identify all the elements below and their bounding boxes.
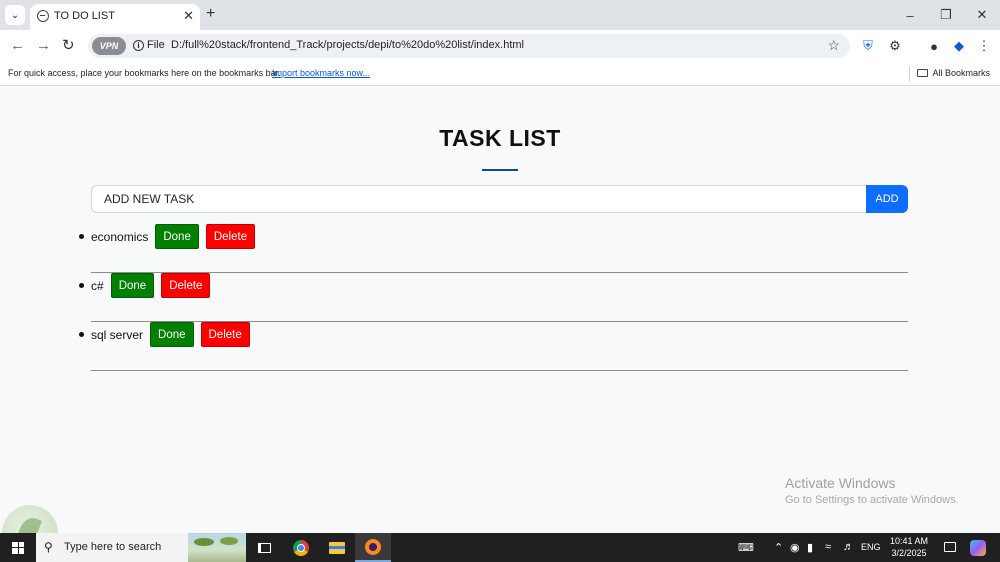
all-bookmarks-label: All Bookmarks	[932, 68, 990, 78]
clock[interactable]: 10:41 AM 3/2/2025	[886, 535, 932, 559]
task-name: sql server	[91, 327, 144, 342]
title-underline	[482, 169, 518, 171]
keyboard-icon[interactable]: ⌨	[738, 541, 754, 554]
tab-todo-list[interactable]: TO DO LIST ✕	[30, 4, 200, 30]
info-icon[interactable]: i	[133, 40, 144, 51]
notifications-icon[interactable]	[944, 542, 956, 552]
delete-button[interactable]: Delete	[200, 322, 250, 347]
puzzle-icon[interactable]: ⚙	[887, 38, 903, 54]
task-name: c#	[91, 278, 104, 293]
task-row: c# Done Delete	[91, 273, 211, 298]
list-bullet	[79, 332, 84, 337]
import-bookmarks-link[interactable]: Import bookmarks now...	[272, 68, 370, 78]
browser-icon	[365, 538, 381, 555]
task-view-button[interactable]	[246, 533, 282, 562]
window-controls: – ❐ ✕	[892, 0, 1000, 30]
speaker-icon[interactable]: ♬	[843, 541, 854, 553]
url-text[interactable]: D:/full%20stack/frontend_Track/projects/…	[171, 39, 524, 51]
meet-icon[interactable]: ◉	[790, 541, 800, 554]
minimize-icon: –	[906, 7, 914, 23]
tab-strip: ⌄ TO DO LIST ✕ + – ❐ ✕	[0, 0, 1000, 30]
battery-icon[interactable]: ▮	[807, 541, 813, 554]
task-name: economics	[91, 229, 149, 244]
task-item-sql-server: sql server Done Delete	[79, 322, 908, 371]
taskbar-chrome[interactable]	[283, 533, 319, 562]
close-window-button[interactable]: ✕	[964, 0, 1000, 30]
forward-button[interactable]: →	[36, 38, 51, 54]
chevron-down-icon: ⌄	[10, 9, 20, 21]
star-icon[interactable]: ☆	[827, 37, 840, 54]
tab-search-button[interactable]: ⌄	[5, 5, 25, 25]
folder-icon	[917, 69, 929, 77]
task-view-icon	[257, 542, 271, 553]
file-explorer-icon	[329, 541, 345, 554]
profile-icon[interactable]: ●	[926, 38, 942, 54]
reload-button[interactable]: ↻	[62, 38, 75, 54]
globe-icon	[37, 10, 49, 22]
add-task-form: ADD	[91, 185, 908, 213]
activate-windows-title: Activate Windows	[785, 475, 896, 491]
task-row: sql server Done Delete	[91, 322, 250, 347]
browser-toolbar: ← → ↻ VPN i File D:/full%20stack/fronten…	[0, 30, 1000, 62]
taskbar-search-placeholder: Type here to search	[64, 541, 162, 553]
restore-button[interactable]: ❐	[928, 0, 964, 30]
windows-logo-icon	[12, 541, 24, 554]
address-bar[interactable]: VPN i File D:/full%20stack/frontend_Trac…	[88, 34, 850, 58]
kebab-menu-icon[interactable]: ⋮	[976, 38, 992, 54]
chevron-up-icon[interactable]: ⌃	[774, 541, 783, 554]
activate-windows-subtitle: Go to Settings to activate Windows.	[785, 494, 959, 506]
delete-button[interactable]: Delete	[161, 273, 211, 298]
vpn-badge[interactable]: VPN	[92, 37, 126, 55]
done-button[interactable]: Done	[150, 322, 194, 347]
taskbar-search[interactable]: ⚲ Type here to search	[36, 533, 246, 562]
minimize-button[interactable]: –	[892, 0, 928, 30]
list-bullet	[79, 283, 84, 288]
done-button[interactable]: Done	[110, 273, 155, 298]
bookmarks-bar: For quick access, place your bookmarks h…	[0, 62, 1000, 86]
task-item-csharp: c# Done Delete	[79, 273, 908, 322]
close-tab-icon[interactable]: ✕	[183, 8, 194, 24]
bookmarks-hint: For quick access, place your bookmarks h…	[8, 68, 281, 78]
back-button[interactable]: ←	[10, 38, 25, 54]
tab-title: TO DO LIST	[54, 10, 115, 22]
activate-windows-watermark: Activate Windows Go to Settings to activ…	[785, 475, 959, 506]
shield-extension-icon[interactable]: ⛨	[860, 38, 876, 54]
shield-icon[interactable]: ◆	[951, 38, 967, 54]
language-indicator[interactable]: ENG	[861, 542, 881, 552]
taskbar-file-explorer[interactable]	[319, 533, 355, 562]
close-icon: ✕	[976, 7, 988, 22]
task-list: economics Done Delete c# Done Delete sql…	[79, 224, 908, 371]
list-bullet	[79, 234, 84, 239]
page-title: TASK LIST	[439, 125, 561, 151]
restore-icon: ❐	[940, 7, 952, 22]
done-button[interactable]: Done	[155, 224, 199, 249]
taskbar-brave[interactable]	[355, 533, 391, 562]
page-content: TASK LIST ADD economics Done Delete c# D…	[0, 87, 1000, 561]
windows-taskbar: ⚲ Type here to search ⌨ ⌃ ◉ ▮ ≈ ♬ ENG 10…	[0, 533, 1000, 562]
bookmarks-divider	[909, 67, 910, 81]
wifi-icon[interactable]: ≈	[825, 541, 831, 553]
url-scheme-label: File	[147, 39, 165, 51]
task-item-economics: economics Done Delete	[79, 224, 908, 273]
search-highlight-image	[188, 533, 246, 562]
clock-date: 3/2/2025	[891, 548, 927, 558]
task-row: economics Done Delete	[91, 224, 256, 249]
copilot-icon[interactable]	[970, 540, 986, 556]
start-button[interactable]	[0, 533, 36, 562]
chrome-icon	[293, 539, 309, 556]
add-task-button[interactable]: ADD	[866, 185, 908, 213]
search-icon: ⚲	[44, 540, 53, 554]
clock-time: 10:41 AM	[889, 536, 929, 546]
delete-button[interactable]: Delete	[205, 224, 256, 249]
all-bookmarks-button[interactable]: All Bookmarks	[917, 68, 990, 78]
new-tab-button[interactable]: +	[206, 5, 215, 23]
new-task-input[interactable]	[91, 185, 866, 213]
